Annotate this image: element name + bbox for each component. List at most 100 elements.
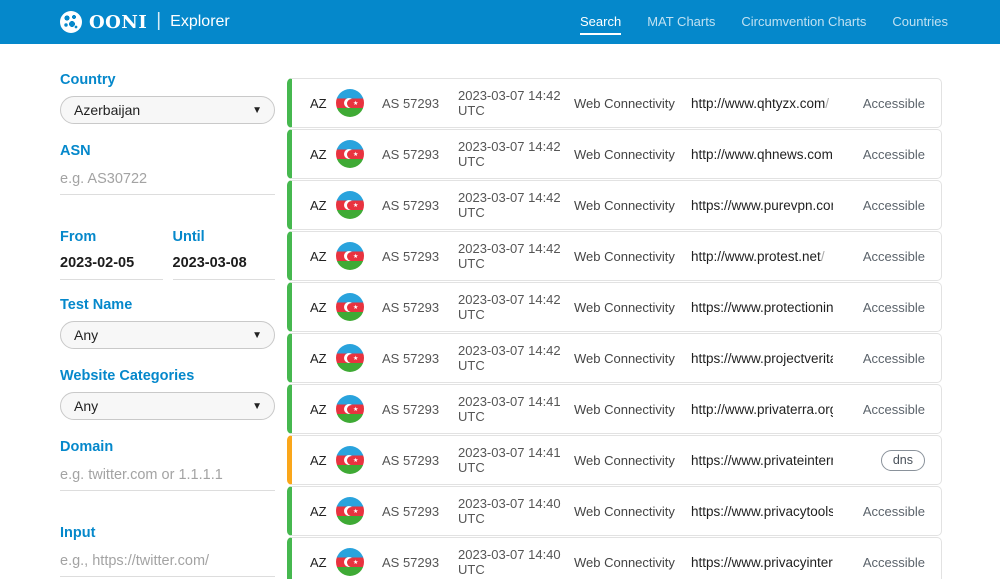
- flag-cell: ★: [336, 242, 382, 270]
- result-row[interactable]: AZ ★ AS 57293 2023-03-07 14:40 UTC Web C…: [287, 486, 942, 536]
- test-name-select-value: Any: [74, 327, 98, 343]
- website-categories-label: Website Categories: [60, 368, 275, 384]
- measurement-url: https://www.purevpn.com/: [691, 198, 833, 213]
- test-name: Web Connectivity: [574, 402, 691, 417]
- country-select[interactable]: Azerbaijan ▼: [60, 96, 275, 124]
- status-cell: Accessible: [833, 300, 925, 315]
- test-name-label: Test Name: [60, 297, 275, 313]
- test-time: 2023-03-07 14:42 UTC: [458, 292, 574, 322]
- brand[interactable]: OONI | Explorer: [60, 11, 230, 33]
- country-label: Country: [60, 72, 275, 88]
- result-row[interactable]: AZ ★ AS 57293 2023-03-07 14:42 UTC Web C…: [287, 129, 942, 179]
- azerbaijan-flag-icon: ★: [336, 89, 364, 117]
- url-text: https://www.protectioninternation...: [691, 300, 833, 315]
- until-date-input[interactable]: [173, 253, 276, 280]
- input-label: Input: [60, 525, 275, 541]
- flag-cell: ★: [336, 191, 382, 219]
- asn: AS 57293: [382, 402, 458, 417]
- result-row[interactable]: AZ ★ AS 57293 2023-03-07 14:42 UTC Web C…: [287, 333, 942, 383]
- test-time: 2023-03-07 14:42 UTC: [458, 139, 574, 169]
- asn: AS 57293: [382, 300, 458, 315]
- url-suffix: /: [821, 249, 825, 264]
- test-time: 2023-03-07 14:42 UTC: [458, 190, 574, 220]
- status: Accessible: [863, 300, 925, 315]
- result-row[interactable]: AZ ★ AS 57293 2023-03-07 14:41 UTC Web C…: [287, 435, 942, 485]
- ooni-logo-icon: [60, 11, 82, 33]
- test-name: Web Connectivity: [574, 351, 691, 366]
- flag-cell: ★: [336, 89, 382, 117]
- result-row[interactable]: AZ ★ AS 57293 2023-03-07 14:42 UTC Web C…: [287, 78, 942, 128]
- measurement-url: http://www.protest.net/: [691, 249, 833, 264]
- country-field: Country Azerbaijan ▼: [60, 72, 275, 124]
- page-body: Country Azerbaijan ▼ ASN From Until Test…: [0, 44, 1000, 579]
- flag-cell: ★: [336, 140, 382, 168]
- url-text: http://www.qhnews.com: [691, 147, 833, 162]
- test-name-select[interactable]: Any ▼: [60, 321, 275, 349]
- asn-input[interactable]: [60, 167, 275, 195]
- asn: AS 57293: [382, 453, 458, 468]
- nav-item-search[interactable]: Search: [580, 9, 621, 35]
- measurement-url: https://www.privacyinternational..../: [691, 555, 833, 570]
- nav-item-circumvention-charts[interactable]: Circumvention Charts: [741, 9, 866, 35]
- country-code: AZ: [310, 504, 336, 519]
- country-code: AZ: [310, 402, 336, 417]
- status-cell: dns: [833, 450, 925, 471]
- brand-subtitle: Explorer: [170, 13, 230, 31]
- from-field: From: [60, 229, 163, 280]
- url-suffix: /: [825, 96, 829, 111]
- test-time: 2023-03-07 14:41 UTC: [458, 394, 574, 424]
- azerbaijan-flag-icon: ★: [336, 548, 364, 576]
- flag-cell: ★: [336, 446, 382, 474]
- status: Accessible: [863, 96, 925, 111]
- test-name: Web Connectivity: [574, 504, 691, 519]
- asn: AS 57293: [382, 249, 458, 264]
- status: Accessible: [863, 249, 925, 264]
- country-code: AZ: [310, 453, 336, 468]
- measurement-url: http://www.qhtyzx.com/: [691, 96, 833, 111]
- country-select-value: Azerbaijan: [74, 102, 140, 118]
- status: dns: [881, 450, 925, 471]
- country-code: AZ: [310, 96, 336, 111]
- test-time: 2023-03-07 14:42 UTC: [458, 88, 574, 118]
- asn: AS 57293: [382, 198, 458, 213]
- azerbaijan-flag-icon: ★: [336, 395, 364, 423]
- nav-item-countries[interactable]: Countries: [892, 9, 948, 35]
- url-text: https://www.purevpn.com: [691, 198, 833, 213]
- result-row[interactable]: AZ ★ AS 57293 2023-03-07 14:40 UTC Web C…: [287, 537, 942, 579]
- asn-label: ASN: [60, 143, 275, 159]
- url-text: https://www.privacyinternational....: [691, 555, 833, 570]
- measurement-url: https://www.protectioninternation.../: [691, 300, 833, 315]
- status-cell: Accessible: [833, 504, 925, 519]
- country-code: AZ: [310, 555, 336, 570]
- asn: AS 57293: [382, 504, 458, 519]
- azerbaijan-flag-icon: ★: [336, 497, 364, 525]
- test-name: Web Connectivity: [574, 453, 691, 468]
- country-code: AZ: [310, 351, 336, 366]
- test-name: Web Connectivity: [574, 249, 691, 264]
- measurement-url: https://www.privacytools.io/: [691, 504, 833, 519]
- input-field[interactable]: [60, 549, 275, 577]
- azerbaijan-flag-icon: ★: [336, 140, 364, 168]
- azerbaijan-flag-icon: ★: [336, 191, 364, 219]
- asn: AS 57293: [382, 147, 458, 162]
- status-cell: Accessible: [833, 402, 925, 417]
- from-date-input[interactable]: [60, 253, 163, 280]
- date-range: From Until: [60, 229, 275, 280]
- domain-input[interactable]: [60, 463, 275, 491]
- test-time: 2023-03-07 14:42 UTC: [458, 343, 574, 373]
- result-row[interactable]: AZ ★ AS 57293 2023-03-07 14:41 UTC Web C…: [287, 384, 942, 434]
- test-name: Web Connectivity: [574, 555, 691, 570]
- nav-item-mat-charts[interactable]: MAT Charts: [647, 9, 715, 35]
- until-label: Until: [173, 229, 276, 245]
- result-row[interactable]: AZ ★ AS 57293 2023-03-07 14:42 UTC Web C…: [287, 282, 942, 332]
- brand-name: OONI: [89, 12, 147, 33]
- result-row[interactable]: AZ ★ AS 57293 2023-03-07 14:42 UTC Web C…: [287, 180, 942, 230]
- website-categories-field: Website Categories Any ▼: [60, 368, 275, 420]
- main-nav: Search MAT Charts Circumvention Charts C…: [580, 9, 948, 35]
- asn: AS 57293: [382, 351, 458, 366]
- azerbaijan-flag-icon: ★: [336, 446, 364, 474]
- result-row[interactable]: AZ ★ AS 57293 2023-03-07 14:42 UTC Web C…: [287, 231, 942, 281]
- website-categories-select[interactable]: Any ▼: [60, 392, 275, 420]
- status-cell: Accessible: [833, 147, 925, 162]
- from-label: From: [60, 229, 163, 245]
